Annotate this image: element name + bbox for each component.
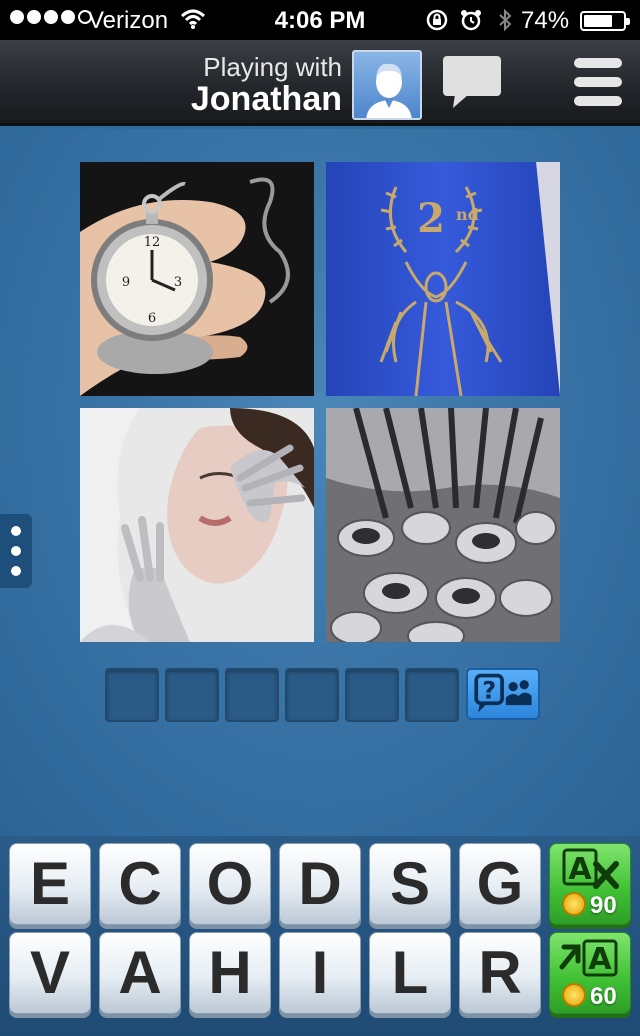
bluetooth-icon — [499, 8, 512, 32]
battery-percent: 74% — [521, 7, 570, 34]
opponent-name[interactable]: Jonathan — [191, 80, 342, 119]
chat-bubble-icon[interactable] — [441, 54, 503, 110]
silver-painted-woman-photo[interactable] — [80, 408, 314, 642]
status-bar: Verizon 4:06 PM 74% — [0, 0, 640, 40]
answer-slot[interactable] — [345, 668, 399, 722]
playing-with-label: Playing with — [203, 52, 342, 82]
user-avatar-icon[interactable] — [352, 50, 422, 120]
coin-icon — [562, 892, 586, 916]
remove-letters-icon: A — [562, 848, 619, 889]
reveal-letter-glyph: A — [588, 942, 612, 977]
letter-tile[interactable]: D — [279, 843, 361, 925]
remove-letters-button[interactable]: A 90 — [549, 843, 631, 925]
answer-slot[interactable] — [165, 668, 219, 722]
svg-text:6: 6 — [148, 311, 156, 326]
pocket-watch-photo[interactable]: 12 3 6 9 — [80, 162, 314, 396]
letter-tile[interactable]: A — [99, 932, 181, 1014]
svg-text:?: ? — [482, 677, 496, 705]
silverware-photo[interactable] — [326, 408, 560, 642]
answer-slot[interactable] — [405, 668, 459, 722]
svg-text:12: 12 — [144, 235, 161, 250]
ask-friend-icon: ? — [474, 673, 532, 713]
answer-slots — [105, 668, 459, 722]
hamburger-menu-icon[interactable] — [574, 58, 622, 110]
letter-tile[interactable]: C — [99, 843, 181, 925]
reveal-letter-cost: 60 — [590, 983, 617, 1010]
answer-slot[interactable] — [285, 668, 339, 722]
remove-letters-glyph: A — [568, 852, 592, 887]
alarm-clock-icon — [461, 10, 481, 31]
coin-icon — [562, 983, 586, 1007]
reveal-letter-button[interactable]: A 60 — [549, 932, 631, 1014]
letter-tile[interactable]: I — [279, 932, 361, 1014]
answer-slot[interactable] — [105, 668, 159, 722]
game-header: Playing with Jonathan — [0, 40, 640, 126]
letter-tile[interactable]: E — [9, 843, 91, 925]
answer-slot[interactable] — [225, 668, 279, 722]
letter-tile[interactable]: H — [189, 932, 271, 1014]
letter-tile[interactable]: O — [189, 843, 271, 925]
svg-text:nd: nd — [456, 205, 479, 224]
svg-text:3: 3 — [174, 275, 182, 290]
letter-tile[interactable]: V — [9, 932, 91, 1014]
ask-friend-button[interactable]: ? — [466, 668, 540, 720]
svg-text:9: 9 — [122, 275, 130, 290]
second-place-ribbon-photo[interactable]: 2 nd — [326, 162, 560, 396]
letter-tile[interactable]: G — [459, 843, 541, 925]
letter-tile[interactable]: L — [369, 932, 451, 1014]
letter-tile[interactable]: S — [369, 843, 451, 925]
battery-icon — [580, 11, 630, 31]
side-drawer-handle[interactable] — [0, 514, 32, 588]
remove-letters-cost: 90 — [590, 892, 617, 919]
svg-text:2: 2 — [417, 195, 445, 242]
rotation-lock-icon — [426, 9, 448, 31]
reveal-letter-icon: A — [559, 939, 618, 977]
letter-tile[interactable]: R — [459, 932, 541, 1014]
